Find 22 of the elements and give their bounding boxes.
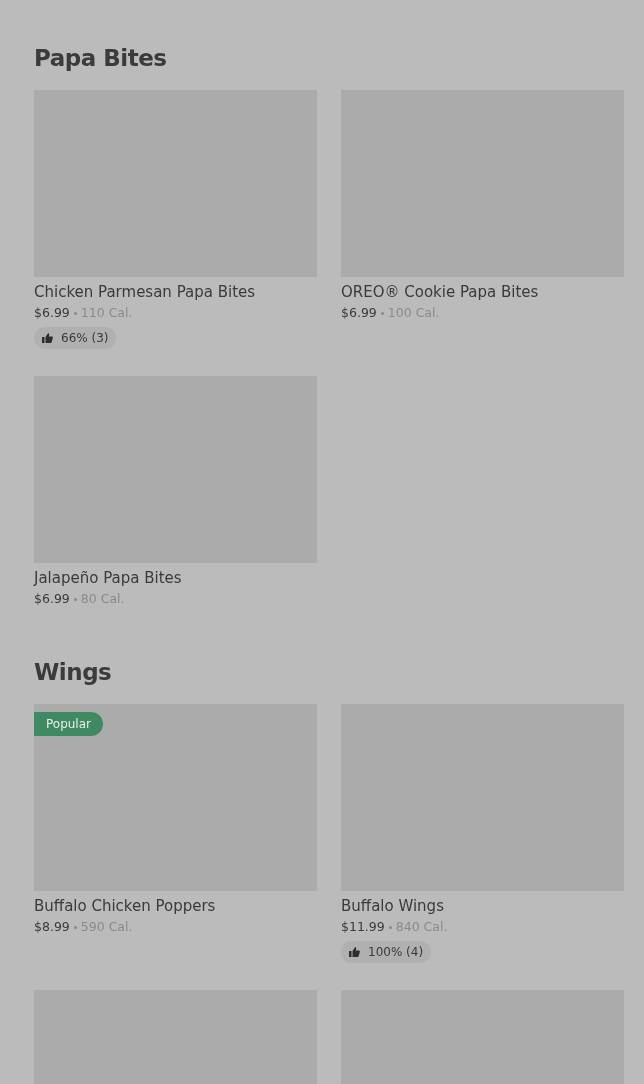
- item-price: $6.99: [341, 305, 377, 321]
- thumbs-up-icon: [42, 333, 53, 343]
- item-price: $8.99: [34, 919, 70, 935]
- item-name: Buffalo Wings: [341, 897, 445, 915]
- section-heading: Papa Bites: [34, 44, 168, 73]
- popular-badge: Popular: [34, 712, 103, 736]
- item-price: $6.99: [34, 591, 70, 607]
- separator-dot: [73, 925, 77, 929]
- separator-dot: [73, 311, 77, 315]
- item-name: Jalapeño Papa Bites: [34, 569, 183, 587]
- separator-dot: [388, 925, 392, 929]
- item-price: $6.99: [34, 305, 70, 321]
- item-name: OREO® Cookie Papa Bites: [341, 283, 540, 301]
- separator-dot: [380, 311, 384, 315]
- item-name: Chicken Parmesan Papa Bites: [34, 283, 257, 301]
- item-price: $11.99: [341, 919, 385, 935]
- rating-badge: 100% (4): [341, 941, 432, 963]
- section-heading: Wings: [34, 658, 113, 687]
- item-name: Buffalo Chicken Poppers: [34, 897, 217, 915]
- rating-badge: 66% (3): [34, 327, 117, 349]
- thumbs-up-icon: [349, 947, 360, 957]
- separator-dot: [73, 597, 77, 601]
